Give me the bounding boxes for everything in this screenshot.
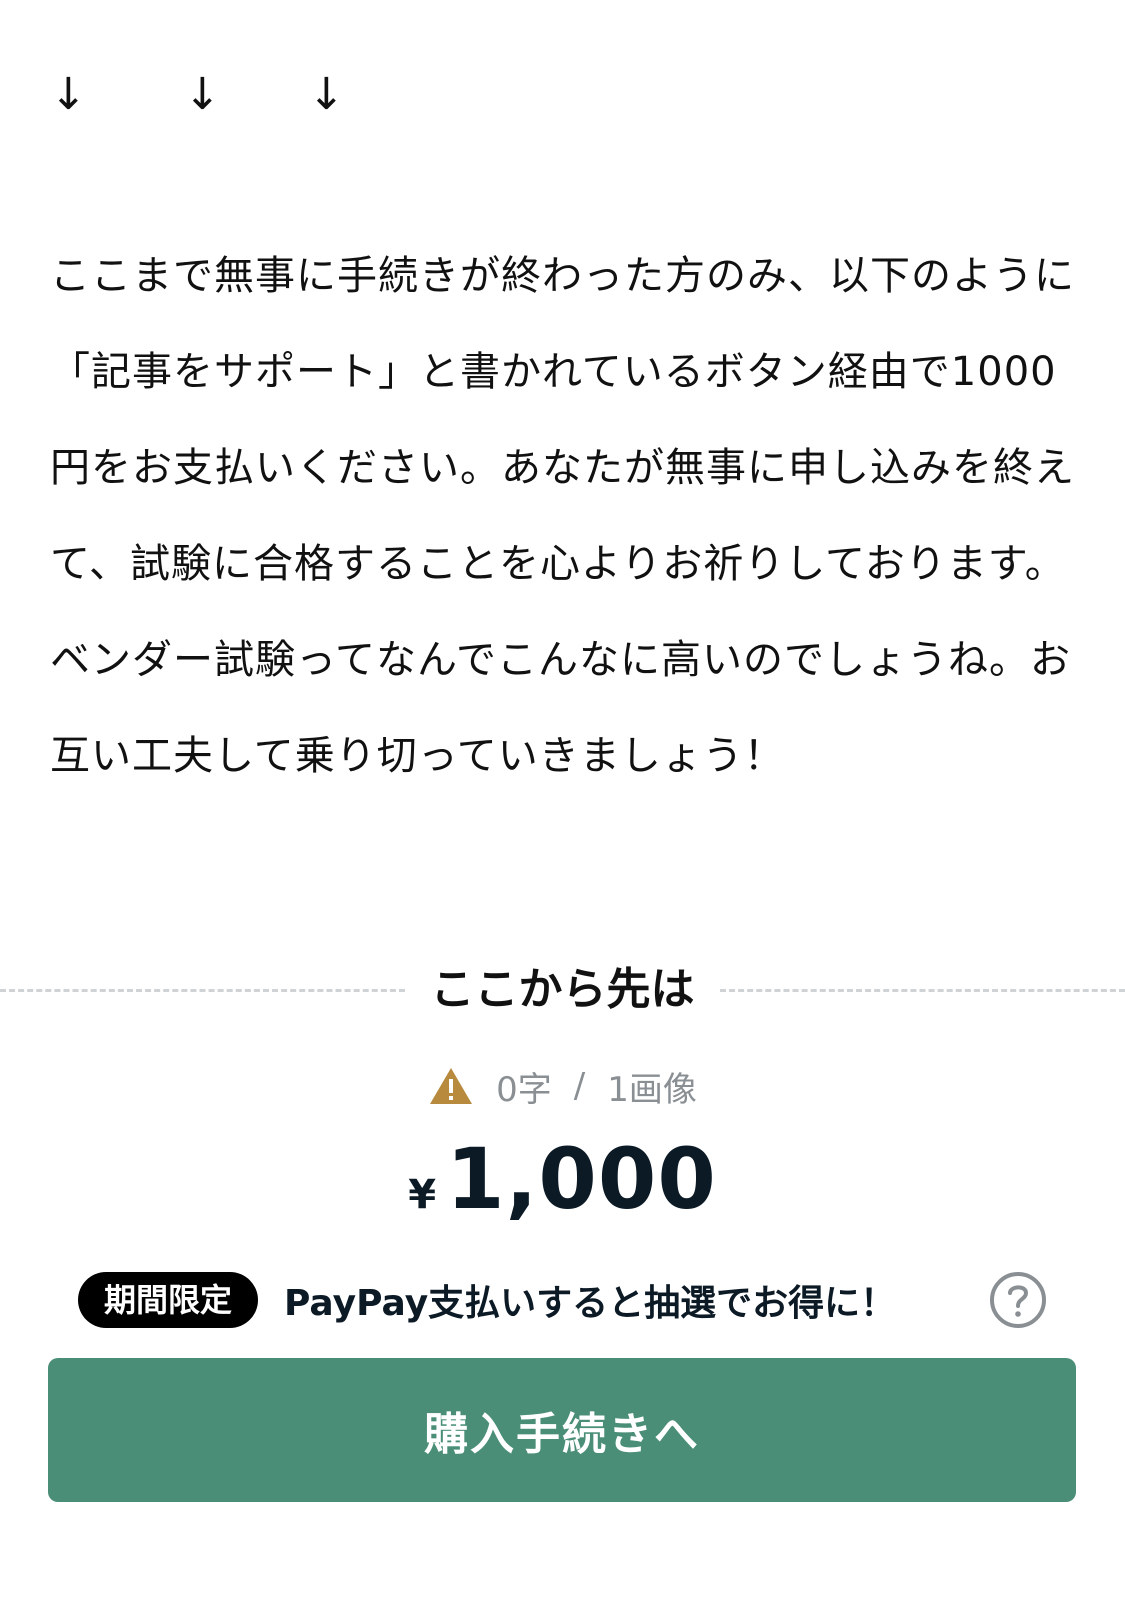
content-meta: 0字 / 1画像: [0, 1058, 1125, 1114]
article-paragraph: ベンダー試験ってなんでこんなに高いのでしょうね。お互い工夫して乗り切っていきまし…: [50, 637, 1071, 779]
arrow-down-icon: ↓: [184, 69, 221, 120]
price-amount: 1,000: [446, 1130, 717, 1228]
image-count: 1画像: [607, 1069, 697, 1110]
arrow-down-icon: ↓: [308, 69, 345, 120]
question-circle-icon[interactable]: [988, 1270, 1048, 1330]
char-count: 0字: [496, 1069, 552, 1110]
divider-line-left: [0, 989, 405, 992]
article-body: ここまで無事に手続きが終わった方のみ、以下のように「記事をサポート」と書かれてい…: [50, 228, 1080, 804]
divider-line-right: [720, 989, 1125, 992]
meta-separator: /: [573, 1066, 586, 1106]
paywall-divider: ここから先は: [0, 955, 1125, 1025]
paypay-promo: 期間限定 PayPay支払いすると抽選でお得に！: [78, 1268, 1048, 1332]
arrow-down-icon: ↓: [50, 69, 87, 120]
purchase-button[interactable]: 購入手続きへ: [48, 1358, 1076, 1502]
currency-symbol: ¥: [408, 1172, 437, 1218]
down-arrows: ↓ ↓ ↓: [50, 70, 450, 120]
paywall-divider-label: ここから先は: [430, 964, 695, 1015]
limited-time-badge: 期間限定: [78, 1272, 259, 1328]
warning-triangle-icon: [430, 1068, 473, 1104]
promo-text: PayPay支払いすると抽選でお得に！: [284, 1283, 897, 1324]
article-paragraph: ここまで無事に手続きが終わった方のみ、以下のように「記事をサポート」と書かれてい…: [50, 253, 1075, 587]
price: ¥ 1,000: [0, 1130, 1125, 1230]
